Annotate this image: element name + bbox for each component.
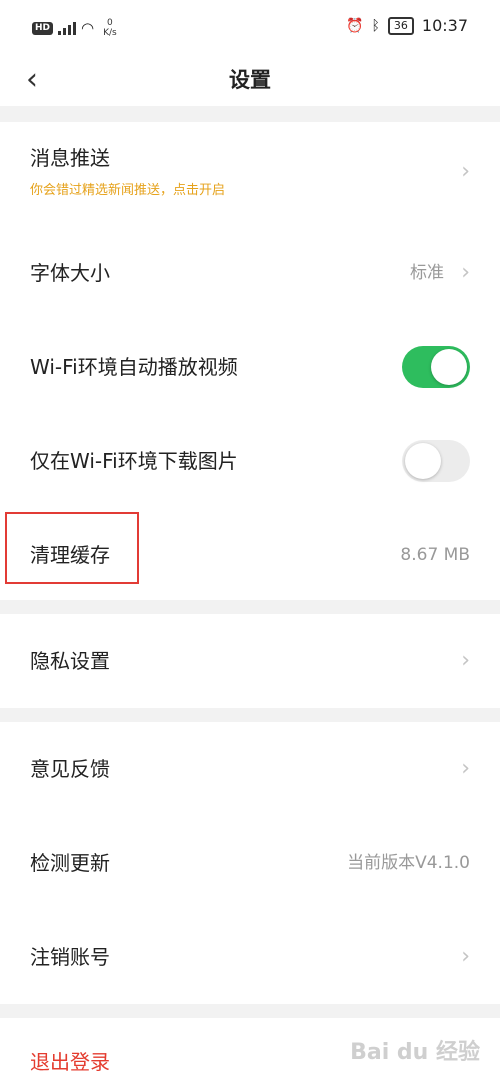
highlight-box <box>5 512 139 584</box>
chevron-right-icon: › <box>461 756 470 781</box>
page-title: 设置 <box>229 68 271 92</box>
net-speed-unit: K/s <box>103 28 117 38</box>
cell-signal-icon <box>58 21 77 35</box>
bluetooth-icon: ᛒ <box>371 17 380 34</box>
status-left: HD ◠ 0 K/s <box>32 18 117 38</box>
feedback-label: 意见反馈 <box>30 757 110 781</box>
chevron-right-icon: › <box>461 648 470 673</box>
wifi-autoplay-toggle[interactable] <box>402 346 470 388</box>
toggle-knob <box>431 349 467 385</box>
logout-button[interactable]: 退出登录 <box>30 1048 110 1076</box>
check-update-label: 检测更新 <box>30 851 110 875</box>
chevron-right-icon: › <box>461 159 470 184</box>
font-size-label: 字体大小 <box>30 261 110 285</box>
push-notification-row[interactable]: 消息推送 你会错过精选新闻推送，点击开启 › <box>0 122 500 216</box>
hd-badge: HD <box>32 21 54 35</box>
wifi-download-row: 仅在Wi-Fi环境下载图片 <box>0 414 500 508</box>
version-value: 当前版本V4.1.0 <box>347 853 470 873</box>
font-size-value: 标准 <box>410 263 444 283</box>
alarm-icon: ⏰ <box>346 17 364 34</box>
feedback-row[interactable]: 意见反馈 › <box>0 722 500 816</box>
push-notification-hint: 你会错过精选新闻推送，点击开启 <box>30 183 226 198</box>
net-speed: 0 K/s <box>103 18 117 38</box>
privacy-label: 隐私设置 <box>30 649 110 673</box>
privacy-row[interactable]: 隐私设置 › <box>0 614 500 708</box>
net-speed-value: 0 <box>107 18 113 28</box>
wifi-autoplay-row: Wi-Fi环境自动播放视频 <box>0 320 500 414</box>
wifi-download-toggle[interactable] <box>402 440 470 482</box>
chevron-right-icon: › <box>461 944 470 969</box>
chevron-right-icon: › <box>461 260 470 285</box>
push-notification-label: 消息推送 <box>30 146 110 170</box>
nav-bar: ‹ 设置 <box>0 56 500 106</box>
status-bar: HD ◠ 0 K/s ⏰ ᛒ 36 10:37 <box>0 0 500 56</box>
font-size-row[interactable]: 字体大小 标准 › <box>0 226 500 320</box>
cache-size-value: 8.67 MB <box>400 545 470 565</box>
settings-group-account: 意见反馈 › 检测更新 当前版本V4.1.0 注销账号 › <box>0 722 500 1004</box>
wifi-autoplay-label: Wi-Fi环境自动播放视频 <box>30 355 238 379</box>
deactivate-row[interactable]: 注销账号 › <box>0 910 500 1004</box>
toggle-knob <box>405 443 441 479</box>
wifi-icon: ◠ <box>81 19 95 37</box>
deactivate-label: 注销账号 <box>30 945 110 969</box>
settings-group-privacy: 隐私设置 › <box>0 614 500 708</box>
clock: 10:37 <box>421 16 468 35</box>
status-right: ⏰ ᛒ 36 10:37 <box>346 16 468 35</box>
check-update-row[interactable]: 检测更新 当前版本V4.1.0 <box>0 816 500 910</box>
wifi-download-label: 仅在Wi-Fi环境下载图片 <box>30 449 238 473</box>
battery-icon: 36 <box>387 16 414 35</box>
watermark: Bai du 经验 <box>350 1040 480 1065</box>
